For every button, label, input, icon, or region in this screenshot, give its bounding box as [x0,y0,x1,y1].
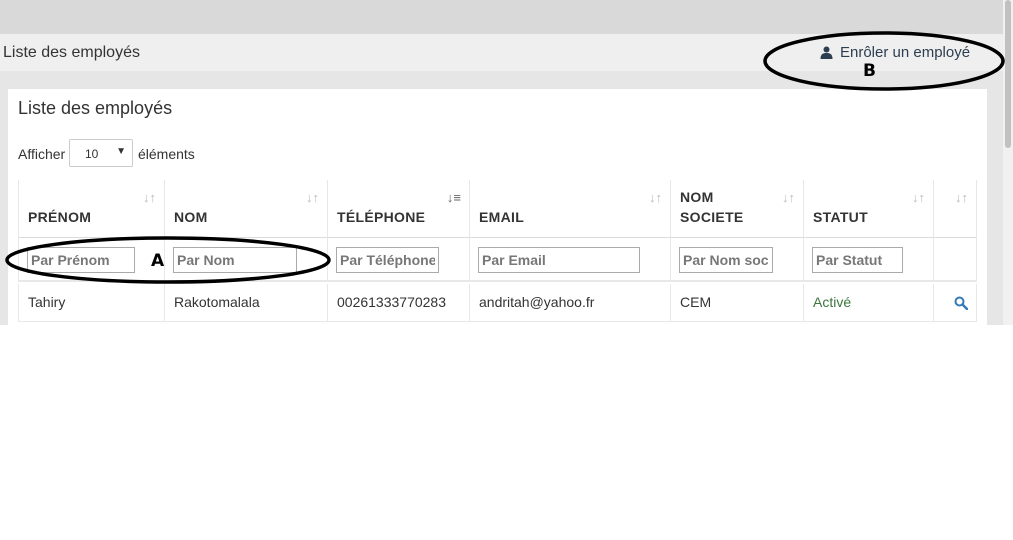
annotation-ellipse-b [763,31,1005,91]
annotation-ellipse-a [5,236,331,284]
annotation-label-a: A [151,251,165,271]
annotation-label-b: B [863,61,876,81]
